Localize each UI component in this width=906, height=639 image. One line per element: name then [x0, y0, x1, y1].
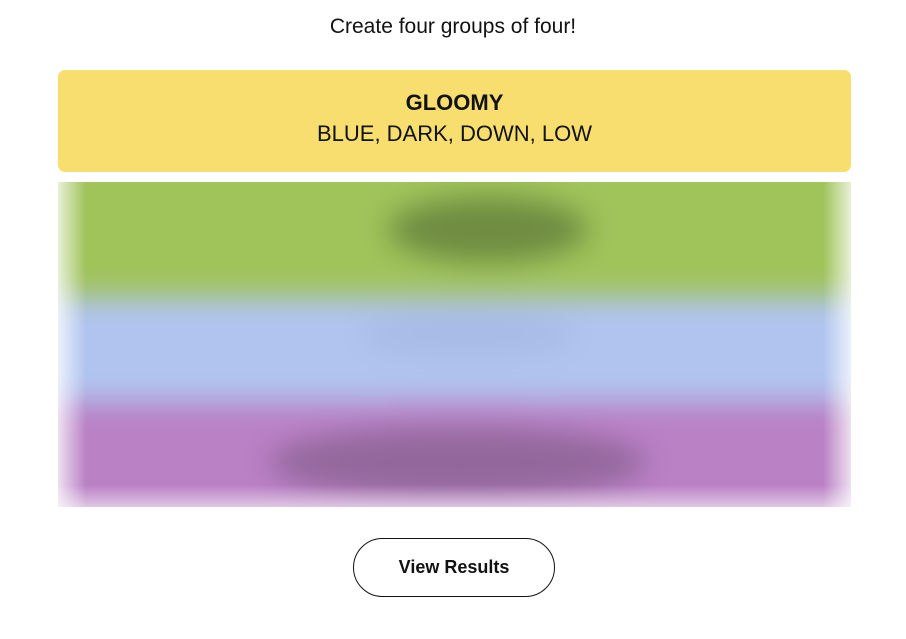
bottom-edge-fade	[58, 485, 851, 507]
solved-group-title: GLOOMY	[405, 90, 504, 115]
blurred-group-rows	[58, 182, 851, 507]
right-edge-fade	[823, 182, 851, 507]
solved-group-members: BLUE, DARK, DOWN, LOW	[316, 121, 593, 146]
blurred-text-green	[388, 197, 588, 262]
solved-group-card: GLOOMY BLUE, DARK, DOWN, LOW	[58, 70, 851, 172]
blurred-remaining-groups	[58, 182, 851, 507]
left-edge-fade	[58, 182, 86, 507]
blurred-text-blue	[358, 312, 578, 357]
game-prompt: Create four groups of four!	[329, 15, 577, 38]
view-results-button[interactable]: View Results	[353, 538, 555, 597]
